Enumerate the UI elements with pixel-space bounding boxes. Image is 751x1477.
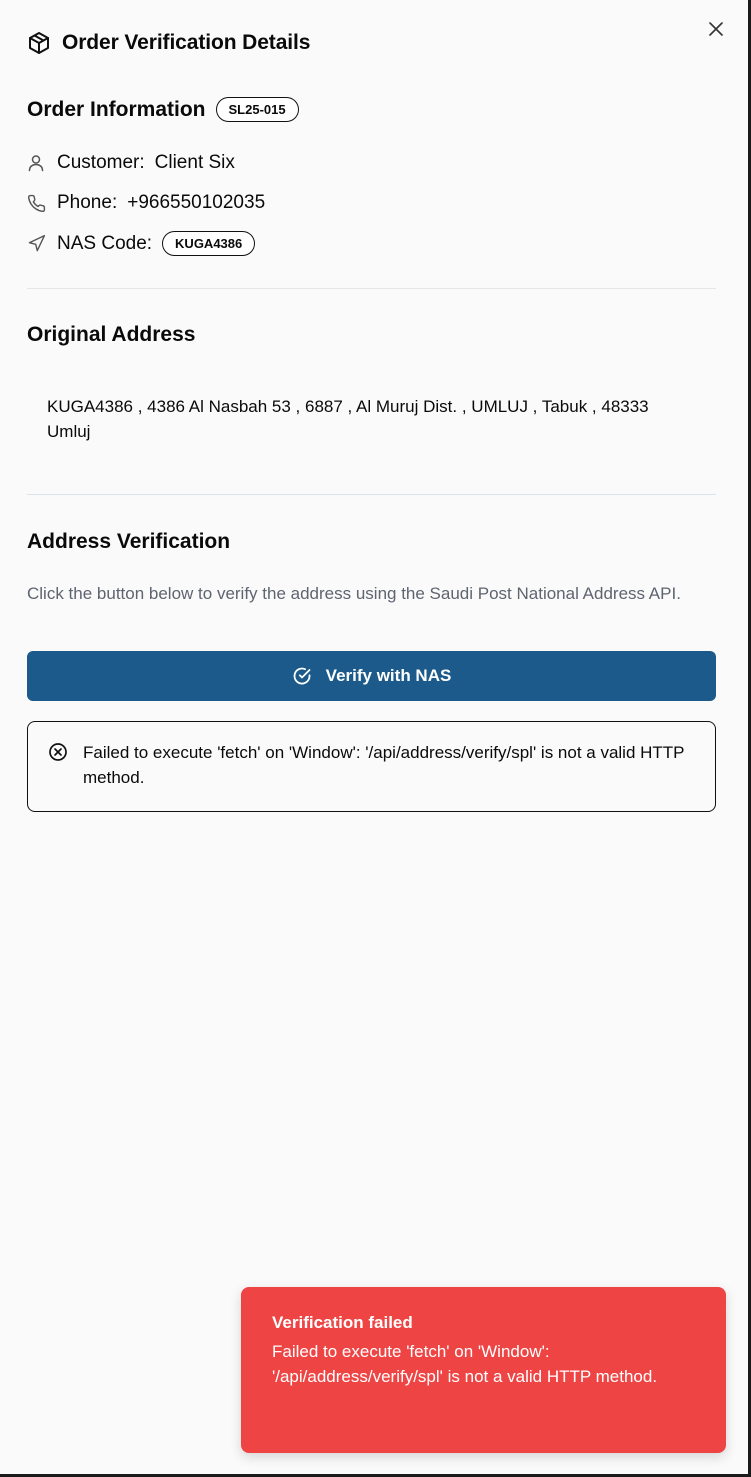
- verify-button-label: Verify with NAS: [325, 666, 452, 685]
- error-toast[interactable]: Verification failed Failed to execute 'f…: [241, 1287, 726, 1453]
- panel-header: Order Verification Details: [27, 31, 310, 55]
- verify-with-nas-button[interactable]: Verify with NAS: [27, 651, 716, 701]
- nas-code-badge: KUGA4386: [162, 231, 256, 256]
- close-button[interactable]: [704, 17, 728, 41]
- check-circle-icon: [293, 667, 311, 685]
- toast-message: Failed to execute 'fetch' on 'Window': '…: [272, 1342, 658, 1386]
- original-address-text: KUGA4386 , 4386 Al Nasbah 53 , 6887 , Al…: [47, 397, 649, 441]
- customer-row: Customer: Client Six: [27, 152, 235, 174]
- phone-value: +966550102035: [127, 192, 266, 213]
- package-icon: [29, 32, 49, 54]
- phone-icon: [27, 193, 47, 213]
- error-alert-message: Failed to execute 'fetch' on 'Window': '…: [83, 743, 685, 787]
- nas-code-row: NAS Code: KUGA4386: [27, 231, 256, 256]
- user-icon: [27, 153, 47, 173]
- nas-code-label: NAS Code:: [57, 232, 153, 254]
- section-divider: [27, 494, 716, 495]
- order-verification-panel: Order Verification Details Order Informa…: [0, 0, 748, 1474]
- order-information-header: Order Information SL25-015: [27, 97, 299, 122]
- panel-title: Order Verification Details: [62, 31, 311, 54]
- order-information-title: Order Information: [27, 97, 206, 121]
- section-divider: [27, 288, 716, 289]
- address-verification-title: Address Verification: [27, 530, 231, 553]
- phone-row: Phone: +966550102035: [27, 192, 265, 214]
- order-id-badge: SL25-015: [215, 97, 299, 122]
- original-address-title: Original Address: [27, 323, 196, 346]
- customer-value: Client Six: [154, 152, 235, 173]
- error-alert: Failed to execute 'fetch' on 'Window': '…: [27, 721, 716, 812]
- navigation-icon: [27, 234, 47, 254]
- x-circle-icon: [49, 743, 67, 761]
- close-icon: [709, 22, 723, 36]
- verification-description: Click the button below to verify the add…: [27, 584, 681, 603]
- phone-label: Phone:: [57, 192, 118, 213]
- toast-title: Verification failed: [272, 1313, 413, 1332]
- customer-label: Customer:: [57, 152, 145, 173]
